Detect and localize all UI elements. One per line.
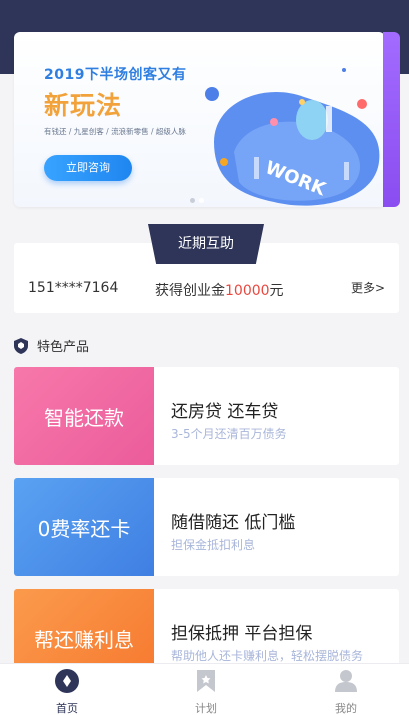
- tab-plan[interactable]: 计划: [166, 668, 246, 715]
- carousel-dot[interactable]: [190, 198, 195, 203]
- banner-tags: 有钱还 / 九星创客 / 流浪新零售 / 超级人脉: [44, 127, 186, 136]
- home-icon: [55, 669, 79, 693]
- tab-mine-label: 我的: [335, 702, 357, 715]
- product-title: 还房贷 还车贷: [171, 402, 279, 422]
- product-swatch: 智能还款: [14, 367, 154, 465]
- product-card[interactable]: 智能还款 还房贷 还车贷 3-5个月还清百万债务: [14, 367, 399, 465]
- promo-banner[interactable]: 2019下半场创客又有 新玩法 有钱还 / 九星创客 / 流浪新零售 / 超级人…: [14, 32, 385, 207]
- tab-plan-label: 计划: [195, 702, 217, 715]
- product-title: 担保抵押 平台担保: [171, 624, 313, 644]
- banner-illustration: WORK: [205, 68, 380, 206]
- recent-help-tab: 近期互助: [148, 224, 264, 264]
- featured-section-title: 特色产品: [14, 336, 89, 355]
- product-desc: 3-5个月还清百万债务: [171, 427, 287, 441]
- more-link[interactable]: 更多>: [351, 279, 385, 296]
- carousel-dot[interactable]: [199, 198, 204, 203]
- product-title: 随借随还 低门槛: [171, 513, 296, 533]
- product-swatch: 0费率还卡: [14, 478, 154, 576]
- next-banner-peek: [383, 32, 400, 207]
- recent-phone: 151****7164: [28, 280, 119, 296]
- recent-msg-prefix: 获得创业金: [155, 283, 225, 299]
- shield-icon: [14, 337, 28, 354]
- bookmark-icon: [197, 670, 215, 692]
- tab-home-label: 首页: [56, 702, 78, 715]
- tab-mine[interactable]: 我的: [306, 668, 386, 715]
- recent-msg-suffix: 元: [269, 283, 284, 299]
- tab-home[interactable]: 首页: [27, 668, 107, 715]
- recent-message: 获得创业金10000元: [155, 280, 284, 300]
- product-card[interactable]: 0费率还卡 随借随还 低门槛 担保金抵扣利息: [14, 478, 399, 576]
- carousel-dots[interactable]: [190, 188, 208, 207]
- recent-amount: 10000: [225, 283, 270, 299]
- product-desc: 担保金抵扣利息: [171, 538, 256, 552]
- banner-subtitle: 2019下半场创客又有: [44, 67, 187, 83]
- user-icon: [335, 670, 357, 692]
- bottom-tab-bar: 首页 计划 我的: [0, 663, 409, 715]
- consult-button[interactable]: 立即咨询: [44, 155, 132, 181]
- featured-title: 特色产品: [37, 340, 90, 355]
- banner-title: 新玩法: [44, 91, 123, 120]
